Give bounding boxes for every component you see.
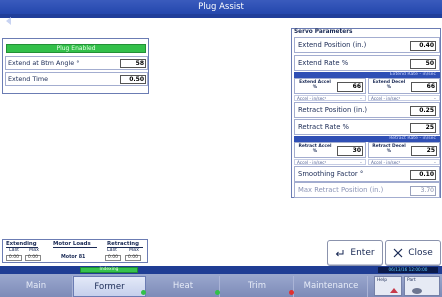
window-title: Plug Assist (0, 0, 442, 14)
tab-main[interactable]: Main (0, 276, 73, 297)
part-label: Part (407, 278, 416, 283)
extend-position-label: Extend Position (in.) (298, 41, 367, 49)
extend-decel-cell: Extend Decel % 66 (368, 78, 440, 94)
retract-position-row: Retract Position (in.) 0.25 (294, 102, 440, 118)
tab-maintenance[interactable]: Maintenance (295, 276, 368, 297)
extend-angle-field[interactable]: 58 (120, 59, 146, 68)
extend-time-field[interactable]: 0.50 (120, 75, 146, 84)
extend-accel-field[interactable]: 66 (337, 82, 363, 92)
smoothing-factor-row: Smoothing Factor ° 0.10 (294, 166, 440, 182)
ext-max-label: Max (29, 248, 39, 253)
retract-rate-label: Retract Rate % (298, 123, 349, 131)
max-retract-row: Max Retract Position (in.) 3.70 (294, 182, 440, 198)
extend-time-row: Extend Time 0.50 (5, 72, 148, 86)
ret-last-value: 0.00 (105, 255, 121, 261)
extend-position-field[interactable]: 0.40 (410, 41, 436, 51)
heat-status-dot (215, 290, 220, 295)
extend-time-label: Extend Time (8, 75, 49, 83)
motor-loads-panel: Extending Motor Loads Retracting Last Ma… (2, 239, 148, 263)
trim-status-dot (289, 290, 294, 295)
accel-units-label: Accel - in/sec² (297, 96, 327, 101)
accel-units-label: Accel - in/sec² (371, 160, 401, 165)
servo-parameters-panel: Servo Parameters Extend Position (in.) 0… (291, 28, 441, 198)
indexing-status: Indexing (80, 267, 138, 273)
tab-heat[interactable]: Heat (147, 276, 220, 297)
motor-loads-underline (53, 247, 97, 248)
smoothing-factor-field[interactable]: 0.10 (410, 170, 436, 180)
retract-position-label: Retract Position (in.) (298, 106, 368, 114)
retract-rate-field[interactable]: 25 (410, 123, 436, 133)
enter-icon (336, 249, 344, 256)
retract-position-field[interactable]: 0.25 (410, 106, 436, 116)
close-button[interactable]: Close (385, 240, 441, 266)
part-icon (412, 288, 422, 294)
plug-enabled-button[interactable]: Plug Enabled (6, 44, 146, 53)
ext-max-value: 0.00 (25, 255, 41, 261)
extend-position-row: Extend Position (in.) 0.40 (294, 37, 440, 53)
tab-trim[interactable]: Trim (221, 276, 294, 297)
extend-rate-field[interactable]: 50 (410, 59, 436, 69)
accel-units-label: Accel - in/sec² (371, 96, 401, 101)
extend-accel-units: Accel - in/sec² – (294, 95, 366, 101)
extend-rate-row: Extend Rate % 50 (294, 55, 440, 71)
retract-accel-cell: Retract Accel % 30 (294, 142, 366, 158)
accel-units-label: Accel - in/sec² (297, 160, 327, 165)
help-button[interactable]: Help (374, 276, 402, 296)
servo-title: Servo Parameters (294, 29, 353, 35)
plug-assist-window: Plug Assist Plug Enabled Extend at Btm A… (0, 0, 442, 297)
enter-label: Enter (350, 248, 375, 258)
extend-angle-row: Extend at Btm Angle ° 58 (5, 56, 148, 70)
close-label: Close (408, 248, 433, 258)
retract-accel-field[interactable]: 30 (337, 146, 363, 156)
status-strip (0, 266, 442, 274)
max-retract-label: Max Retract Position (in.) (298, 186, 384, 194)
retract-decel-field[interactable]: 25 (411, 146, 437, 156)
back-arrow-icon[interactable] (3, 15, 15, 27)
close-icon (393, 248, 403, 258)
retract-decel-cell: Retract Decel % 25 (368, 142, 440, 158)
ext-last-value: 0.00 (6, 255, 22, 261)
clock-display: 06/13/16 12:00:00 (378, 267, 438, 273)
motor-name: Motor 81 (61, 255, 86, 260)
extend-angle-label: Extend at Btm Angle ° (8, 59, 80, 67)
ret-last-label: Last (107, 248, 117, 253)
max-retract-field: 3.70 (410, 186, 436, 196)
ret-max-value: 0.00 (125, 255, 141, 261)
help-label: Help (377, 278, 388, 283)
ext-last-label: Last (9, 248, 19, 253)
extend-rate-label: Extend Rate % (298, 59, 349, 67)
part-button[interactable]: Part (404, 276, 440, 296)
extend-accel-label: Extend Accel % (299, 80, 331, 90)
top-strip (0, 14, 442, 18)
extend-accel-cell: Extend Accel % 66 (294, 78, 366, 94)
extend-decel-label: Extend Decel % (372, 80, 406, 90)
retract-decel-units: Accel - in/sec² – (368, 159, 440, 165)
retract-decel-label: Retract Decel % (372, 144, 406, 154)
enter-button[interactable]: Enter (327, 240, 383, 266)
extend-decel-units: Accel - in/sec² – (368, 95, 440, 101)
plug-settings-panel: Plug Enabled Extend at Btm Angle ° 58 Ex… (2, 38, 149, 94)
retract-accel-units: Accel - in/sec² – (294, 159, 366, 165)
ret-max-label: Max (129, 248, 139, 253)
help-icon (390, 288, 398, 293)
tab-former[interactable]: Former (73, 276, 146, 297)
extend-decel-field[interactable]: 66 (411, 82, 437, 92)
retract-accel-label: Retract Accel % (298, 144, 332, 154)
smoothing-factor-label: Smoothing Factor ° (298, 170, 364, 178)
former-status-dot (141, 290, 146, 295)
retract-rate-row: Retract Rate % 25 (294, 119, 440, 135)
